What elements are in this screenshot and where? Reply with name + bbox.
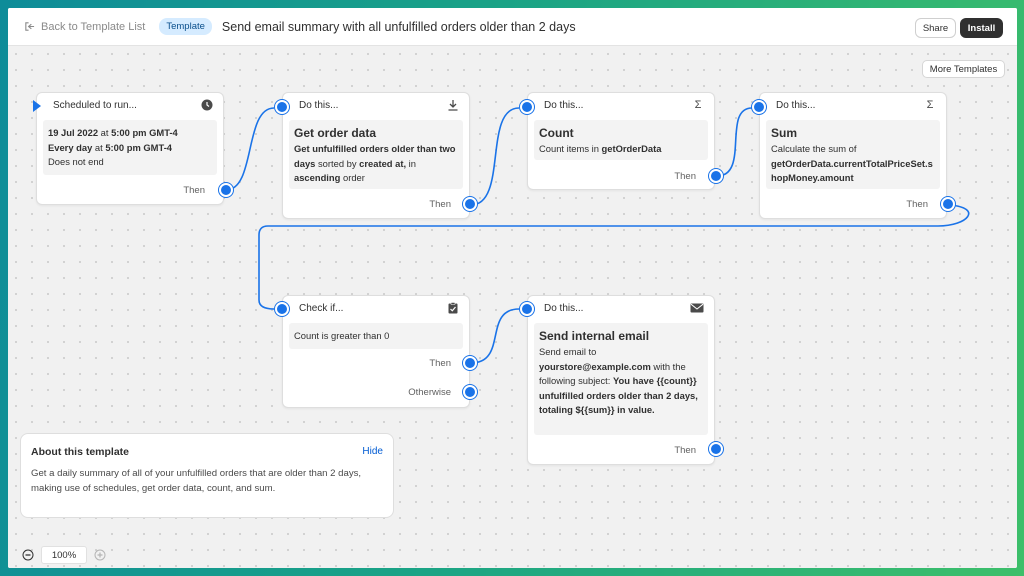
node-header: Scheduled to run... [53, 100, 137, 111]
sum-input-port[interactable] [752, 100, 766, 114]
node-body: 19 Jul 2022 at 5:00 pm GMT-4 Every day a… [43, 120, 217, 175]
about-description: Get a daily summary of all of your unful… [31, 468, 362, 494]
sum-node[interactable]: Do this... Σ Sum Calculate the sum of ge… [759, 92, 947, 219]
then-label: Then [429, 199, 451, 210]
node-header: Do this... [299, 100, 339, 111]
get-order-output-port[interactable] [463, 197, 477, 211]
sigma-icon: Σ [694, 99, 702, 111]
then-label: Then [674, 445, 696, 456]
node-body: Get order data Get unfulfilled orders ol… [289, 120, 463, 189]
node-body: Send internal email Send email to yourst… [534, 323, 708, 435]
get-order-data-node[interactable]: Do this... Get order data Get unfulfille… [282, 92, 470, 219]
sigma-icon: Σ [926, 99, 934, 111]
zoom-out-button[interactable] [20, 547, 36, 563]
check-then-port[interactable] [463, 356, 477, 370]
email-output-port[interactable] [709, 442, 723, 456]
zoom-controls: 100% [20, 546, 108, 564]
zoom-out-icon [22, 549, 34, 561]
then-label: Then [429, 358, 451, 369]
email-input-port[interactable] [520, 302, 534, 316]
clipboard-check-icon [448, 302, 458, 314]
mail-icon [690, 303, 704, 313]
count-node[interactable]: Do this... Σ Count Count items in getOrd… [527, 92, 715, 190]
node-header: Do this... [544, 303, 584, 314]
more-templates-button[interactable]: More Templates [922, 60, 1005, 78]
share-button[interactable]: Share [915, 18, 956, 38]
app-window: Back to Template List Template Send emai… [8, 8, 1017, 568]
about-title: About this template [31, 446, 130, 458]
get-order-input-port[interactable] [275, 100, 289, 114]
template-badge: Template [159, 18, 212, 35]
send-internal-email-node[interactable]: Do this... Send internal email Send emai… [527, 295, 715, 465]
zoom-in-button[interactable] [92, 547, 108, 563]
about-template-panel: About this template Hide Get a daily sum… [20, 433, 394, 518]
trigger-node[interactable]: Scheduled to run... 19 Jul 2022 at 5:00 … [36, 92, 224, 205]
trigger-start-marker [33, 100, 41, 112]
check-otherwise-port[interactable] [463, 385, 477, 399]
clock-icon [201, 99, 213, 111]
trigger-output-port[interactable] [219, 183, 233, 197]
check-if-node[interactable]: Check if... Count is greater than 0 Then… [282, 295, 470, 408]
hide-link[interactable]: Hide [362, 446, 383, 457]
node-body: Count Count items in getOrderData [534, 120, 708, 160]
check-input-port[interactable] [275, 302, 289, 316]
install-button[interactable]: Install [960, 18, 1003, 38]
node-body: Sum Calculate the sum of getOrderData.cu… [766, 120, 940, 189]
page-title: Send email summary with all unfulfilled … [221, 19, 576, 34]
then-label: Then [906, 199, 928, 210]
then-label: Then [183, 185, 205, 196]
node-body: Count is greater than 0 [289, 323, 463, 349]
count-output-port[interactable] [709, 169, 723, 183]
otherwise-label: Otherwise [408, 387, 451, 398]
top-bar: Back to Template List Template Send emai… [8, 8, 1017, 46]
then-label: Then [674, 171, 696, 182]
back-to-template-list-link[interactable]: Back to Template List [24, 21, 145, 33]
node-header: Check if... [299, 303, 344, 314]
node-header: Do this... [544, 100, 584, 111]
back-label: Back to Template List [41, 20, 146, 33]
sum-output-port[interactable] [941, 197, 955, 211]
zoom-level: 100% [41, 546, 87, 564]
download-icon [448, 100, 458, 111]
node-header: Do this... [776, 100, 816, 111]
zoom-in-icon [94, 549, 106, 561]
count-input-port[interactable] [520, 100, 534, 114]
back-icon [25, 22, 35, 31]
